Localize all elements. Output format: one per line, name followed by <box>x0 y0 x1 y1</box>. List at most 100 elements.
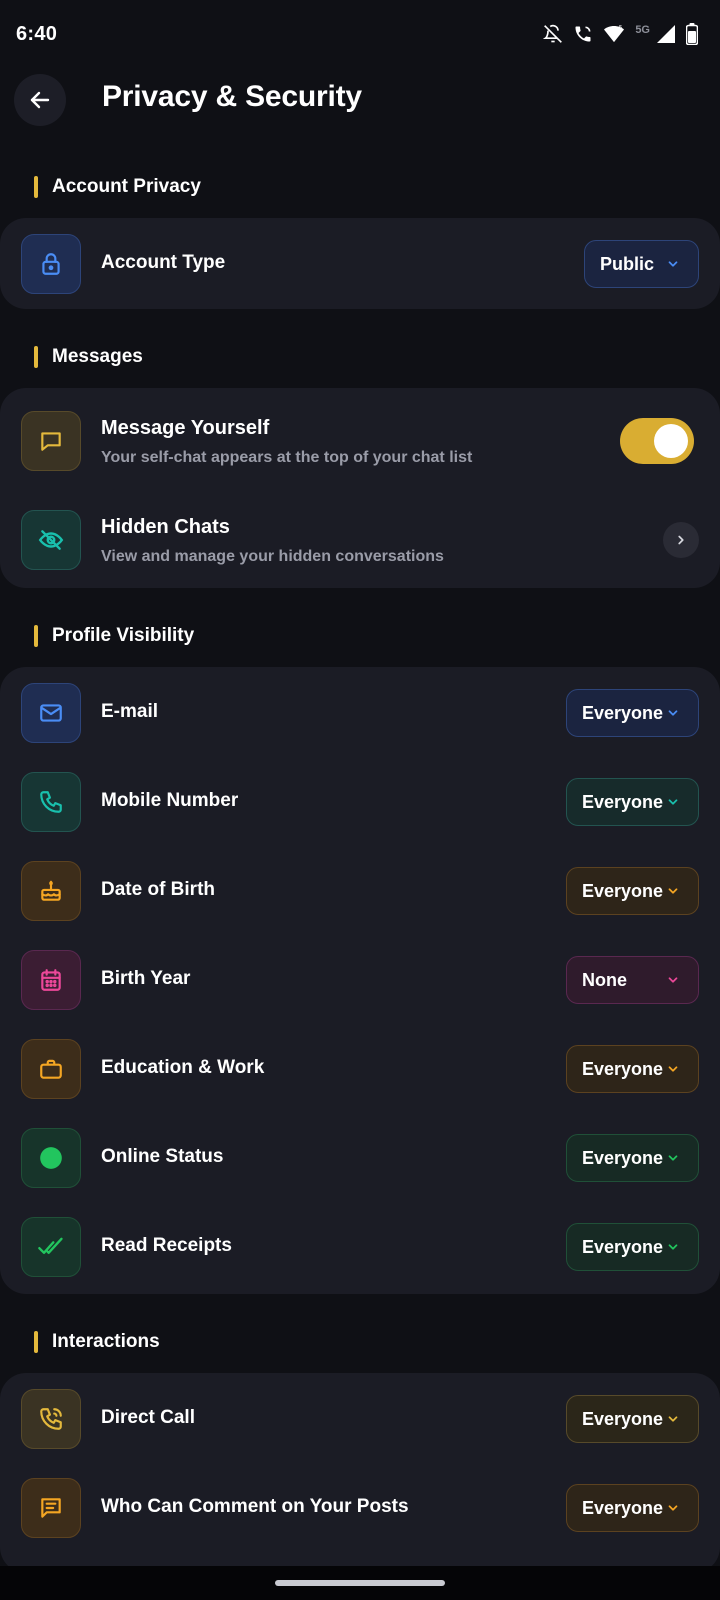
date-of-birth-visibility-dropdown[interactable]: Everyone <box>566 867 699 915</box>
messages-card: Message Yourself Your self-chat appears … <box>0 388 720 588</box>
arrow-left-icon <box>30 91 50 109</box>
row-email[interactable]: E-mail Everyone <box>0 683 720 743</box>
row-message-yourself[interactable]: Message Yourself Your self-chat appears … <box>0 411 720 471</box>
profile-visibility-card: E-mail Everyone Mobile Number Everyone D… <box>0 667 720 1294</box>
row-birth-year[interactable]: Birth Year None <box>0 950 720 1010</box>
back-button[interactable] <box>14 74 66 126</box>
online-status-visibility-value: Everyone <box>582 1147 664 1168</box>
hidden-chats-open-button[interactable] <box>663 522 699 558</box>
account-privacy-card: Account Type Public <box>0 218 720 309</box>
chevron-down-icon <box>668 799 678 805</box>
phone-icon <box>21 772 81 832</box>
row-comments[interactable]: Who Can Comment on Your Posts Everyone <box>0 1478 720 1538</box>
chevron-right-icon <box>678 535 684 545</box>
section-accent-bar <box>34 176 38 198</box>
app-header: Privacy & Security <box>0 72 720 128</box>
read-receipts-visibility-dropdown[interactable]: Everyone <box>566 1223 699 1271</box>
online-status-visibility-dropdown[interactable]: Everyone <box>566 1134 699 1182</box>
interactions-card: Direct Call Everyone Who Can Comment on … <box>0 1373 720 1573</box>
message-yourself-toggle[interactable] <box>620 418 694 464</box>
account-type-dropdown[interactable]: Public <box>584 240 699 288</box>
notifications-off-icon <box>543 24 563 43</box>
chevron-down-icon <box>668 261 678 267</box>
comments-value: Everyone <box>582 1497 664 1518</box>
direct-call-label: Direct Call <box>101 1407 195 1428</box>
birth-year-label: Birth Year <box>101 968 191 989</box>
read-receipts-visibility-value: Everyone <box>582 1236 664 1257</box>
mail-icon <box>21 683 81 743</box>
direct-call-value: Everyone <box>582 1408 664 1429</box>
row-online-status[interactable]: Online Status Everyone <box>0 1128 720 1188</box>
row-date-of-birth[interactable]: Date of Birth Everyone <box>0 861 720 921</box>
section-label: Messages <box>52 346 143 367</box>
hidden-chats-subtitle: View and manage your hidden conversation… <box>101 548 444 565</box>
section-label: Interactions <box>52 1331 160 1352</box>
date-of-birth-visibility-value: Everyone <box>582 880 664 901</box>
email-label: E-mail <box>101 701 159 722</box>
network-label: 5G <box>635 24 650 36</box>
email-visibility-value: Everyone <box>582 702 664 723</box>
mobile-number-visibility-dropdown[interactable]: Everyone <box>566 778 699 826</box>
education-work-visibility-dropdown[interactable]: Everyone <box>566 1045 699 1093</box>
battery-icon <box>686 23 698 45</box>
chevron-down-icon <box>668 1066 678 1072</box>
mobile-number-label: Mobile Number <box>101 790 239 811</box>
account-type-value: Public <box>600 253 655 274</box>
chevron-down-icon <box>668 710 678 716</box>
status-time: 6:40 <box>16 22 58 45</box>
online-dot-icon <box>21 1128 81 1188</box>
message-yourself-subtitle: Your self-chat appears at the top of you… <box>101 449 473 466</box>
section-title-interactions: Interactions <box>34 1330 160 1354</box>
calendar-icon <box>21 950 81 1010</box>
row-education-work[interactable]: Education & Work Everyone <box>0 1039 720 1099</box>
status-icons: 6 5G <box>543 23 698 45</box>
chevron-down-icon <box>668 977 678 983</box>
signal-icon <box>657 25 675 43</box>
phone-ringing-icon <box>21 1389 81 1449</box>
chevron-down-icon <box>668 1155 678 1161</box>
row-mobile-number[interactable]: Mobile Number Everyone <box>0 772 720 832</box>
section-title-messages: Messages <box>34 345 143 369</box>
wifi-calling-icon <box>575 26 591 42</box>
toggle-knob <box>654 424 688 458</box>
chat-bubble-icon <box>21 411 81 471</box>
lock-icon <box>21 234 81 294</box>
birth-year-visibility-dropdown[interactable]: None <box>566 956 699 1004</box>
section-label: Account Privacy <box>52 176 201 197</box>
read-receipts-label: Read Receipts <box>101 1235 232 1256</box>
account-type-label: Account Type <box>101 252 226 273</box>
hidden-chats-label: Hidden Chats <box>101 516 230 538</box>
comment-icon <box>21 1478 81 1538</box>
date-of-birth-label: Date of Birth <box>101 879 215 900</box>
home-indicator[interactable] <box>275 1580 445 1586</box>
section-title-profile-visibility: Profile Visibility <box>34 624 194 648</box>
wifi-icon: 6 <box>604 24 625 43</box>
double-check-icon <box>21 1217 81 1277</box>
section-label: Profile Visibility <box>52 625 195 646</box>
comments-dropdown[interactable]: Everyone <box>566 1484 699 1532</box>
comments-label: Who Can Comment on Your Posts <box>101 1496 409 1517</box>
chevron-down-icon <box>668 888 678 894</box>
chevron-down-icon <box>668 1244 678 1250</box>
page-title: Privacy & Security <box>102 80 362 113</box>
cake-icon <box>21 861 81 921</box>
row-read-receipts[interactable]: Read Receipts Everyone <box>0 1217 720 1277</box>
section-accent-bar <box>34 625 38 647</box>
mobile-number-visibility-value: Everyone <box>582 791 664 812</box>
message-yourself-label: Message Yourself <box>101 417 270 439</box>
row-direct-call[interactable]: Direct Call Everyone <box>0 1389 720 1449</box>
direct-call-dropdown[interactable]: Everyone <box>566 1395 699 1443</box>
status-bar: 6:40 6 5G <box>0 0 720 68</box>
section-title-account-privacy: Account Privacy <box>34 175 201 199</box>
eye-off-icon <box>21 510 81 570</box>
row-hidden-chats[interactable]: Hidden Chats View and manage your hidden… <box>0 510 720 570</box>
section-accent-bar <box>34 1331 38 1353</box>
row-account-type[interactable]: Account Type Public <box>0 234 720 294</box>
chevron-down-icon <box>668 1505 678 1511</box>
section-accent-bar <box>34 346 38 368</box>
birth-year-visibility-value: None <box>582 969 627 990</box>
education-work-label: Education & Work <box>101 1057 265 1078</box>
education-work-visibility-value: Everyone <box>582 1058 664 1079</box>
email-visibility-dropdown[interactable]: Everyone <box>566 689 699 737</box>
svg-text:6: 6 <box>619 24 623 31</box>
